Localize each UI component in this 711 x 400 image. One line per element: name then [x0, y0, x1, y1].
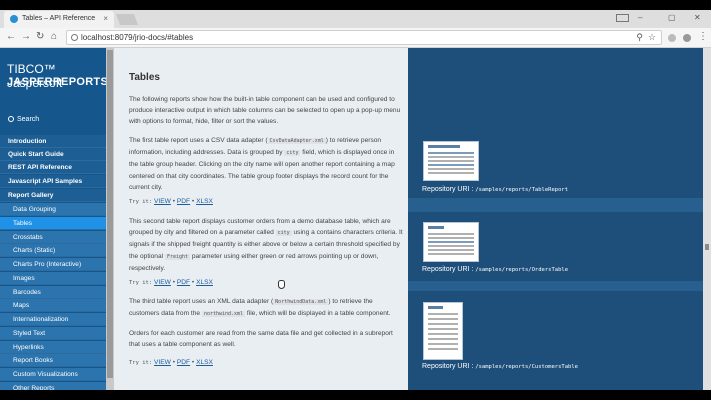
view-link[interactable]: VIEW [154, 279, 171, 286]
extension-icon[interactable] [668, 34, 676, 42]
sidebar-item-charts-static[interactable]: Charts (Static) [0, 244, 106, 257]
table-report-3-description: The third table report uses an XML data … [129, 298, 391, 318]
site-info-icon[interactable] [71, 34, 78, 41]
scrollbar-thumb[interactable] [705, 244, 709, 250]
menu-icon[interactable]: ⋮ [698, 31, 708, 42]
sidebar-item-styled-text[interactable]: Styled Text [0, 327, 106, 340]
home-icon[interactable]: ⌂ [51, 31, 57, 42]
xlsx-link[interactable]: XLSX [196, 198, 213, 205]
view-link[interactable]: VIEW [154, 198, 171, 205]
sidebar-scrollbar[interactable] [106, 48, 114, 390]
sidebar: TIBCO™ Jaspersoft JASPERREPORTS.IO Searc… [0, 48, 106, 390]
page-scrollbar[interactable] [703, 48, 711, 390]
extension-icon[interactable] [683, 34, 691, 42]
table-report-1-description: The first table report uses a CSV data a… [129, 137, 395, 191]
sidebar-item-crosstabs[interactable]: Crosstabs [0, 231, 106, 244]
search-label: Search [17, 116, 40, 123]
pdf-link[interactable]: PDF [177, 198, 190, 205]
view-link[interactable]: VIEW [154, 359, 171, 366]
sidebar-item-report-gallery[interactable]: Report Gallery [0, 189, 106, 202]
xlsx-link[interactable]: XLSX [196, 279, 213, 286]
tab-tables[interactable]: Tables – API Reference × [4, 11, 114, 28]
repository-uri-2: Repository URI : /samples/reports/Orders… [422, 266, 569, 273]
sidebar-item-custom-viz[interactable]: Custom Visualizations [0, 368, 106, 381]
browser-toolbar: ← → ↻ ⌂ localhost:8079/jrio-docs/#tables… [0, 28, 711, 48]
sidebar-item-quick-start[interactable]: Quick Start Guide [0, 148, 106, 161]
page-title: Tables [129, 72, 160, 83]
minimize-icon[interactable]: – [638, 13, 642, 22]
table-report-thumbnail[interactable] [423, 141, 479, 181]
mouse-cursor-icon [278, 280, 285, 289]
try-it-row-2: Try it: VIEW • PDF • XLSX [129, 279, 213, 286]
maximize-icon[interactable]: ▢ [668, 13, 676, 22]
video-frame: Tables – API Reference × – ▢ ✕ ← → ↻ ⌂ l… [0, 0, 711, 400]
scrollbar-thumb[interactable] [107, 50, 113, 378]
sidebar-item-introduction[interactable]: Introduction [0, 135, 106, 148]
forward-icon[interactable]: → [21, 31, 31, 42]
sidebar-item-i18n[interactable]: Internationalization [0, 313, 106, 326]
panel-separator [408, 198, 703, 212]
sidebar-item-barcodes[interactable]: Barcodes [0, 286, 106, 299]
close-window-icon[interactable]: ✕ [694, 13, 701, 22]
table-report-3-subreport-note: Orders for each customer are read from t… [129, 330, 393, 349]
sidebar-item-maps[interactable]: Maps [0, 299, 106, 312]
xlsx-link[interactable]: XLSX [196, 359, 213, 366]
intro-paragraph: The following reports show how the built… [129, 96, 401, 126]
tab-close-icon[interactable]: × [103, 14, 108, 23]
sidebar-item-other-reports[interactable]: Other Reports [0, 382, 106, 390]
sidebar-item-rest-api[interactable]: REST API Reference [0, 161, 106, 174]
sidebar-item-report-books[interactable]: Report Books [0, 354, 106, 367]
sidebar-item-tables[interactable]: Tables [0, 217, 106, 230]
brand-product: JASPERREPORTS.IO [7, 76, 106, 88]
new-tab-button[interactable] [115, 14, 139, 25]
sidebar-item-js-api[interactable]: Javascript API Samples [0, 175, 106, 188]
bookmark-star-icon[interactable]: ☆ [648, 32, 656, 43]
pdf-link[interactable]: PDF [177, 279, 190, 286]
main-content: Tables The following reports show how th… [114, 48, 408, 390]
customers-table-thumbnail[interactable] [423, 302, 463, 360]
sidebar-item-images[interactable]: Images [0, 272, 106, 285]
sidebar-item-charts-pro[interactable]: Charts Pro (Interactive) [0, 258, 106, 271]
orders-table-thumbnail[interactable] [423, 222, 479, 262]
back-icon[interactable]: ← [6, 31, 16, 42]
sidebar-item-hyperlinks[interactable]: Hyperlinks [0, 341, 106, 354]
panel-separator [408, 281, 703, 291]
repository-uri-3: Repository URI : /samples/reports/Custom… [422, 363, 578, 370]
try-it-row-3: Try it: VIEW • PDF • XLSX [129, 359, 213, 366]
sidebar-search[interactable]: Search [0, 113, 106, 128]
table-report-2-description: This second table report displays custom… [129, 218, 403, 272]
search-icon [8, 116, 14, 122]
report-previews-panel: Repository URI : /samples/reports/TableR… [408, 48, 703, 390]
sidebar-item-data-grouping[interactable]: Data Grouping [0, 203, 106, 216]
favicon-icon [10, 15, 18, 23]
repository-uri-1: Repository URI : /samples/reports/TableR… [422, 186, 569, 193]
tab-title: Tables – API Reference [22, 15, 96, 22]
try-it-row-1: Try it: VIEW • PDF • XLSX [129, 198, 213, 205]
browser-window: Tables – API Reference × – ▢ ✕ ← → ↻ ⌂ l… [0, 10, 711, 390]
tab-strip: Tables – API Reference × – ▢ ✕ [0, 10, 711, 28]
url-text: localhost:8079/jrio-docs/#tables [81, 33, 194, 42]
reload-icon[interactable]: ↻ [36, 31, 44, 42]
pdf-link[interactable]: PDF [177, 359, 190, 366]
search-icon[interactable]: ⚲ [636, 32, 643, 43]
profile-icon[interactable] [616, 14, 629, 22]
address-bar[interactable]: localhost:8079/jrio-docs/#tables ⚲ ☆ [66, 30, 662, 45]
